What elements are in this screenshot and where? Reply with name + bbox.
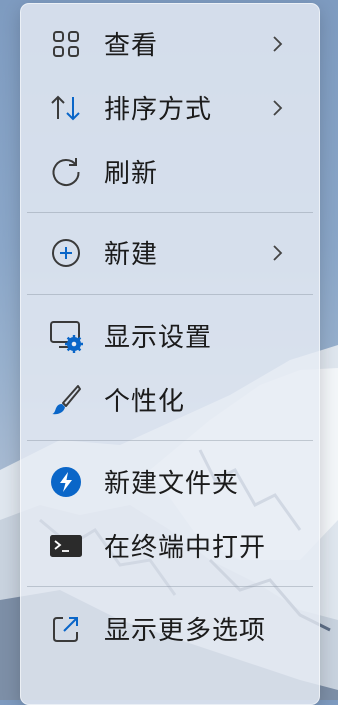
menu-item-new-folder[interactable]: 新建文件夹	[21, 453, 319, 511]
chevron-right-icon	[271, 98, 285, 118]
menu-item-label: 个性化	[104, 386, 186, 417]
share-icon	[49, 612, 83, 646]
plus-circle-icon	[49, 236, 83, 270]
menu-item-sort-by[interactable]: 排序方式	[21, 79, 319, 137]
brush-icon	[49, 383, 83, 417]
chevron-right-icon	[271, 34, 285, 54]
menu-separator	[27, 586, 313, 587]
menu-item-label: 查看	[104, 30, 159, 61]
grid-icon	[49, 27, 83, 61]
menu-separator	[27, 294, 313, 295]
menu-item-label: 排序方式	[104, 94, 213, 125]
menu-item-show-more-options[interactable]: 显示更多选项	[21, 600, 319, 658]
display-settings-icon	[49, 319, 83, 353]
menu-separator	[27, 440, 313, 441]
refresh-icon	[49, 155, 83, 189]
menu-separator	[27, 212, 313, 213]
menu-item-label: 新建	[104, 239, 159, 270]
menu-item-refresh[interactable]: 刷新	[21, 143, 319, 201]
menu-item-label: 显示设置	[104, 322, 213, 353]
menu-item-display-settings[interactable]: 显示设置	[21, 307, 319, 365]
menu-item-open-in-terminal[interactable]: 在终端中打开	[21, 517, 319, 575]
chevron-right-icon	[271, 243, 285, 263]
menu-item-label: 在终端中打开	[104, 532, 267, 563]
desktop-context-menu: 查看 排序方式 刷新 新建 显示设置 个性化 新建文件夹 在终端中打开 显示更多…	[20, 3, 320, 705]
menu-item-personalize[interactable]: 个性化	[21, 371, 319, 429]
terminal-icon	[49, 529, 83, 563]
menu-item-label: 新建文件夹	[104, 468, 240, 499]
menu-item-label: 显示更多选项	[104, 615, 267, 646]
new-folder-icon	[49, 465, 83, 499]
menu-item-view[interactable]: 查看	[21, 15, 319, 73]
sort-icon	[49, 91, 83, 125]
menu-item-label: 刷新	[104, 158, 159, 189]
menu-item-new[interactable]: 新建	[21, 224, 319, 282]
